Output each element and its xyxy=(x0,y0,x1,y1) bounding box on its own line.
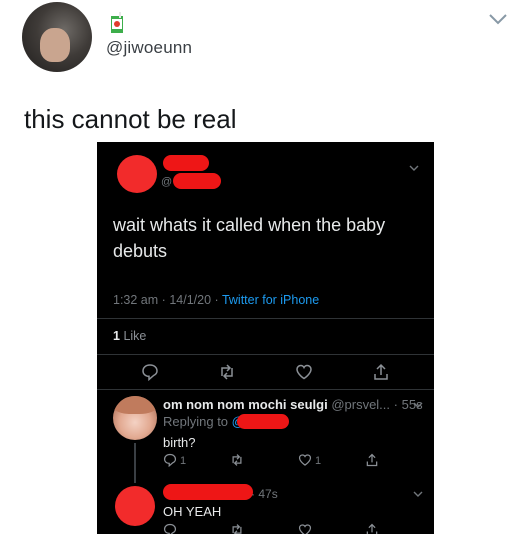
outer-handle[interactable]: @jiwoeunn xyxy=(106,38,192,58)
divider xyxy=(97,354,434,355)
chevron-down-icon[interactable] xyxy=(488,12,508,26)
chevron-down-icon[interactable] xyxy=(413,402,423,409)
tweet-source-link[interactable]: Twitter for iPhone xyxy=(222,293,319,307)
reply2-time: · 47s xyxy=(251,487,278,501)
thread-line xyxy=(134,443,136,483)
share-icon[interactable] xyxy=(372,363,390,381)
redacted-name xyxy=(163,484,253,500)
reply-text: birth? xyxy=(163,435,196,450)
heart-icon[interactable] xyxy=(298,523,312,534)
heart-icon[interactable] xyxy=(295,363,313,381)
outer-avatar[interactable] xyxy=(22,2,92,72)
likes-count[interactable]: 1 Like xyxy=(113,329,146,343)
reply-count: 1 xyxy=(180,455,187,467)
divider xyxy=(97,318,434,319)
redacted-handle xyxy=(173,173,221,189)
embedded-screenshot: @ wait whats it called when the baby deb… xyxy=(97,142,434,534)
share-icon[interactable] xyxy=(365,453,379,467)
outer-tweet-text: this cannot be real xyxy=(24,104,237,134)
reply-author[interactable]: om nom nom mochi seulgi @prsvel... · 55s xyxy=(163,397,423,412)
redacted-handle xyxy=(237,414,289,429)
reply-avatar[interactable] xyxy=(113,396,157,440)
chevron-down-icon[interactable] xyxy=(413,491,423,498)
handle-at: @ xyxy=(161,176,173,188)
chevron-down-icon[interactable] xyxy=(409,165,419,172)
juice-box-icon xyxy=(111,12,123,33)
tweet-meta: 1:32 am · 14/1/20 · Twitter for iPhone xyxy=(113,293,320,307)
divider xyxy=(97,389,434,390)
replying-to: Replying to @ xyxy=(163,414,245,429)
heart-icon[interactable] xyxy=(298,453,312,467)
redacted-avatar xyxy=(117,155,157,193)
reply2-text: OH YEAH xyxy=(163,504,222,519)
reply-icon[interactable] xyxy=(141,363,159,381)
like-count: 1 xyxy=(315,455,322,467)
retweet-icon[interactable] xyxy=(218,363,236,381)
reply-icon[interactable] xyxy=(163,523,177,534)
redacted-name xyxy=(163,155,209,171)
main-tweet-text: wait whats it called when the baby debut… xyxy=(113,215,386,261)
share-icon[interactable] xyxy=(365,523,379,534)
reply-icon[interactable] xyxy=(163,453,177,467)
retweet-icon[interactable] xyxy=(230,523,244,534)
redacted-avatar xyxy=(115,486,155,526)
retweet-icon[interactable] xyxy=(230,453,244,467)
